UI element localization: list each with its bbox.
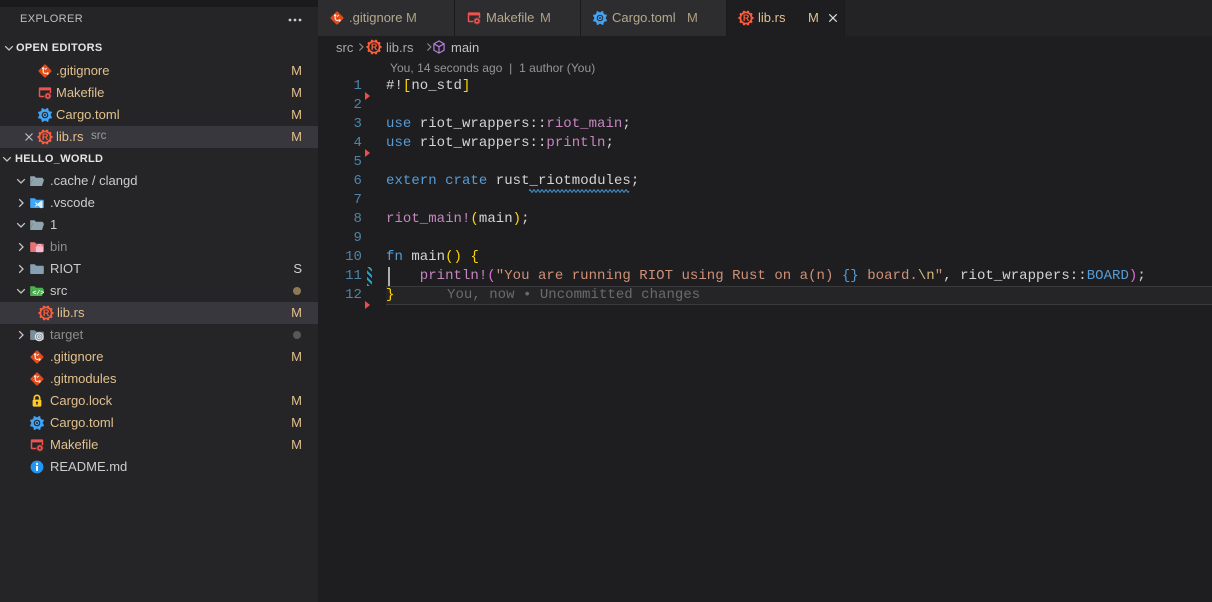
svg-text:R: R [42, 132, 49, 142]
svg-text:</>: </> [32, 290, 44, 297]
svg-text:R: R [743, 13, 750, 23]
svg-text:R: R [43, 308, 50, 318]
svg-text:R: R [371, 42, 378, 52]
